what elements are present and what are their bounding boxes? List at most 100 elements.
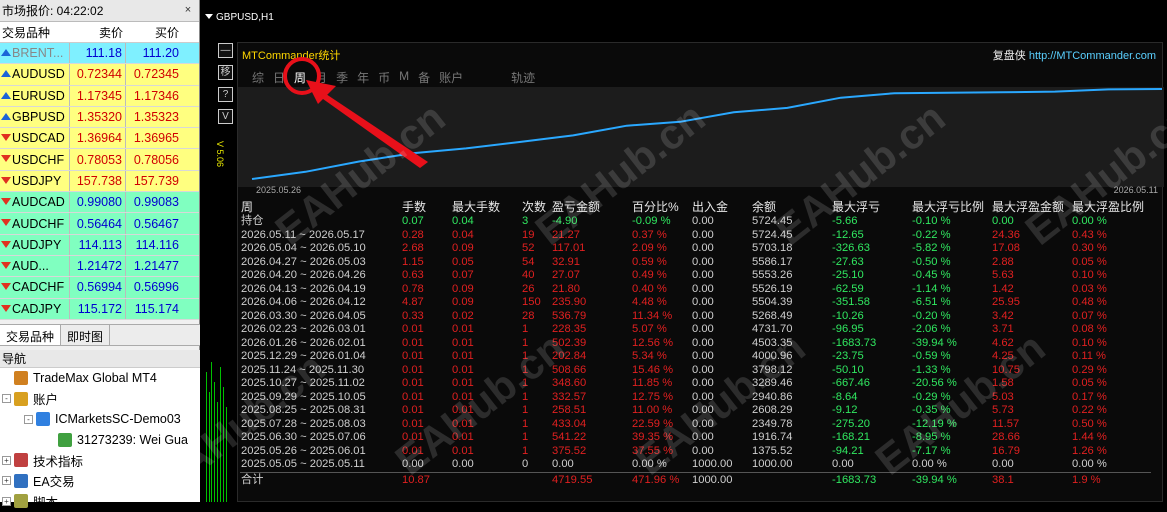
table-cell: 0.30 % xyxy=(1072,242,1107,254)
market-watch-row[interactable]: AUDCHF 0.56464 0.56467 xyxy=(0,213,199,235)
table-cell: 1 xyxy=(522,350,529,362)
symbol-cell: BRENT... xyxy=(0,43,70,64)
table-cell: -5.66 xyxy=(832,215,858,227)
market-watch-row[interactable]: GBPUSD 1.35320 1.35323 xyxy=(0,106,199,129)
table-cell: -0.22 % xyxy=(912,228,951,241)
market-watch-row[interactable]: CADCHF 0.56994 0.56996 xyxy=(0,277,199,299)
market-watch-row[interactable]: AUDCAD 0.99080 0.99083 xyxy=(0,192,199,214)
table-cell: 0.22 % xyxy=(1072,404,1107,416)
arrow-up-icon xyxy=(1,91,11,99)
table-cell: 12.75 % xyxy=(632,390,674,403)
table-cell: 541.22 xyxy=(552,431,587,443)
period-tab[interactable]: 轨迹 xyxy=(511,69,535,86)
table-cell: 0.00 % xyxy=(632,458,667,470)
help-button[interactable]: ? xyxy=(218,87,233,102)
symbol-label: AUDCAD xyxy=(12,195,65,210)
market-watch-row[interactable]: AUD... 1.21472 1.21477 xyxy=(0,255,199,278)
table-cell: 2025.07.28 ~ 2025.08.03 xyxy=(241,417,366,430)
navigator-item[interactable]: TradeMax Global MT4 xyxy=(0,368,200,389)
market-watch-row[interactable]: USDJPY 157.738 157.739 xyxy=(0,170,199,193)
navigator-item[interactable]: - ICMarketsSC-Demo03 xyxy=(0,409,200,430)
expand-toggle-icon[interactable]: + xyxy=(2,496,11,506)
table-cell: -25.10 xyxy=(832,269,864,281)
close-icon[interactable]: × xyxy=(181,3,195,17)
table-cell: 0.33 xyxy=(402,309,424,322)
table-cell: -94.21 xyxy=(832,444,864,457)
arrow-down-icon xyxy=(1,198,11,206)
navigator-item[interactable]: 31273239: Wei Gua xyxy=(0,430,200,451)
market-watch-row[interactable]: AUDUSD 0.72344 0.72345 xyxy=(0,64,199,86)
table-row: 持仓 0.07 0.04 3 -4.90 -0.09 % 0.00 5724.45 -5.66 -… xyxy=(240,215,1151,229)
ask-cell: 157.739 xyxy=(133,173,179,188)
table-cell: 2026.04.06 ~ 2026.04.12 xyxy=(241,296,366,308)
market-watch-row[interactable]: USDCAD 1.36964 1.36965 xyxy=(0,128,199,150)
bid-cell: 1.35320 xyxy=(70,106,126,128)
table-cell: 2026.02.23 ~ 2026.03.01 xyxy=(241,323,366,335)
table-cell: 3 xyxy=(522,215,529,227)
expand-toggle-icon[interactable]: + xyxy=(2,455,11,465)
move-button[interactable]: 移 xyxy=(218,65,233,80)
tab-tick-chart[interactable]: 即时图 xyxy=(61,325,111,345)
navigator-item[interactable]: + EA交易 xyxy=(0,471,200,492)
market-watch-row[interactable]: EURUSD 1.17345 1.17346 xyxy=(0,85,199,107)
table-cell: 0.11 % xyxy=(1072,350,1106,362)
period-tab[interactable] xyxy=(472,69,502,86)
table-cell: 2940.86 xyxy=(752,390,793,403)
bid-cell: 114.113 xyxy=(70,234,126,255)
table-cell: 0.59 % xyxy=(632,255,667,268)
table-cell: 0.00 xyxy=(692,228,714,241)
tree-node-icon xyxy=(14,371,28,386)
expand-toggle-icon[interactable]: + xyxy=(2,476,11,486)
table-cell: 4503.35 xyxy=(752,336,793,349)
market-watch-row[interactable]: USDCHF 0.78053 0.78056 xyxy=(0,149,199,171)
symbol-cell: AUDCAD xyxy=(0,192,70,213)
chart-menu-icon[interactable] xyxy=(205,14,213,19)
table-cell: 0.07 xyxy=(402,215,424,227)
table-cell: 0.00 xyxy=(692,269,714,281)
tree-node-icon xyxy=(14,494,28,509)
expand-toggle-icon[interactable]: - xyxy=(2,394,11,404)
table-cell: 0.05 % xyxy=(1072,377,1107,389)
navigator-item[interactable]: + 脚本 xyxy=(0,491,200,512)
minimize-button[interactable]: — xyxy=(218,43,233,58)
market-watch-row[interactable]: BRENT... 111.18 111.20 xyxy=(0,43,199,65)
arrow-down-icon xyxy=(1,240,11,248)
column-header: 最大浮亏 xyxy=(832,200,881,215)
table-cell: 433.04 xyxy=(552,417,587,430)
table-cell: 0.00 xyxy=(552,458,574,470)
table-cell: 5268.49 xyxy=(752,309,793,322)
col-ask[interactable]: 买价 xyxy=(126,22,182,42)
tab-symbols[interactable]: 交易品种 xyxy=(0,325,62,345)
expand-toggle-icon[interactable]: - xyxy=(24,414,33,424)
market-watch-header: 交易品种 卖价 买价 xyxy=(0,22,199,43)
symbol-cell: EURUSD xyxy=(0,85,70,106)
bid-cell: 0.56464 xyxy=(70,213,126,234)
navigator-item[interactable]: + 技术指标 xyxy=(0,450,200,471)
table-row: 2026.01.26 ~ 2026.02.01 0.01 0.01 1 502.39 12… xyxy=(240,337,1151,351)
brand-url-link[interactable]: http://MTCommander.com xyxy=(1029,50,1156,62)
table-row: 2025.06.30 ~ 2025.07.06 0.01 0.01 1 541.22 39… xyxy=(240,431,1151,445)
market-watch-row[interactable]: AUDJPY 114.113 114.116 xyxy=(0,234,199,256)
symbol-cell: USDCAD xyxy=(0,128,70,149)
table-cell: 3.71 xyxy=(992,323,1014,335)
navigator-item[interactable]: - 账户 xyxy=(0,389,200,410)
period-tab[interactable]: 账户 xyxy=(439,69,463,86)
period-tab[interactable]: 综 xyxy=(252,69,264,86)
col-bid[interactable]: 卖价 xyxy=(70,22,126,42)
table-cell: 0.00 xyxy=(692,296,714,308)
col-symbol[interactable]: 交易品种 xyxy=(0,22,70,42)
table-cell: 0.04 xyxy=(452,215,474,227)
table-cell: 11.85 % xyxy=(632,377,673,389)
table-cell: 0.01 xyxy=(452,417,474,430)
table-cell: 0.00 % xyxy=(912,458,947,470)
symbol-cell: USDJPY xyxy=(0,170,70,192)
table-cell: 0.01 xyxy=(452,431,474,443)
market-watch-row[interactable]: CADJPY 115.172 115.174 xyxy=(0,298,199,320)
table-cell: -1.14 % xyxy=(912,282,951,295)
table-cell: 0.01 xyxy=(452,390,474,403)
table-cell: 0.10 % xyxy=(1072,269,1107,281)
table-cell: 21.27 xyxy=(552,228,580,241)
table-cell: 150 xyxy=(522,296,541,308)
version-button[interactable]: V xyxy=(218,109,233,124)
table-cell: 10.87 xyxy=(401,471,451,487)
